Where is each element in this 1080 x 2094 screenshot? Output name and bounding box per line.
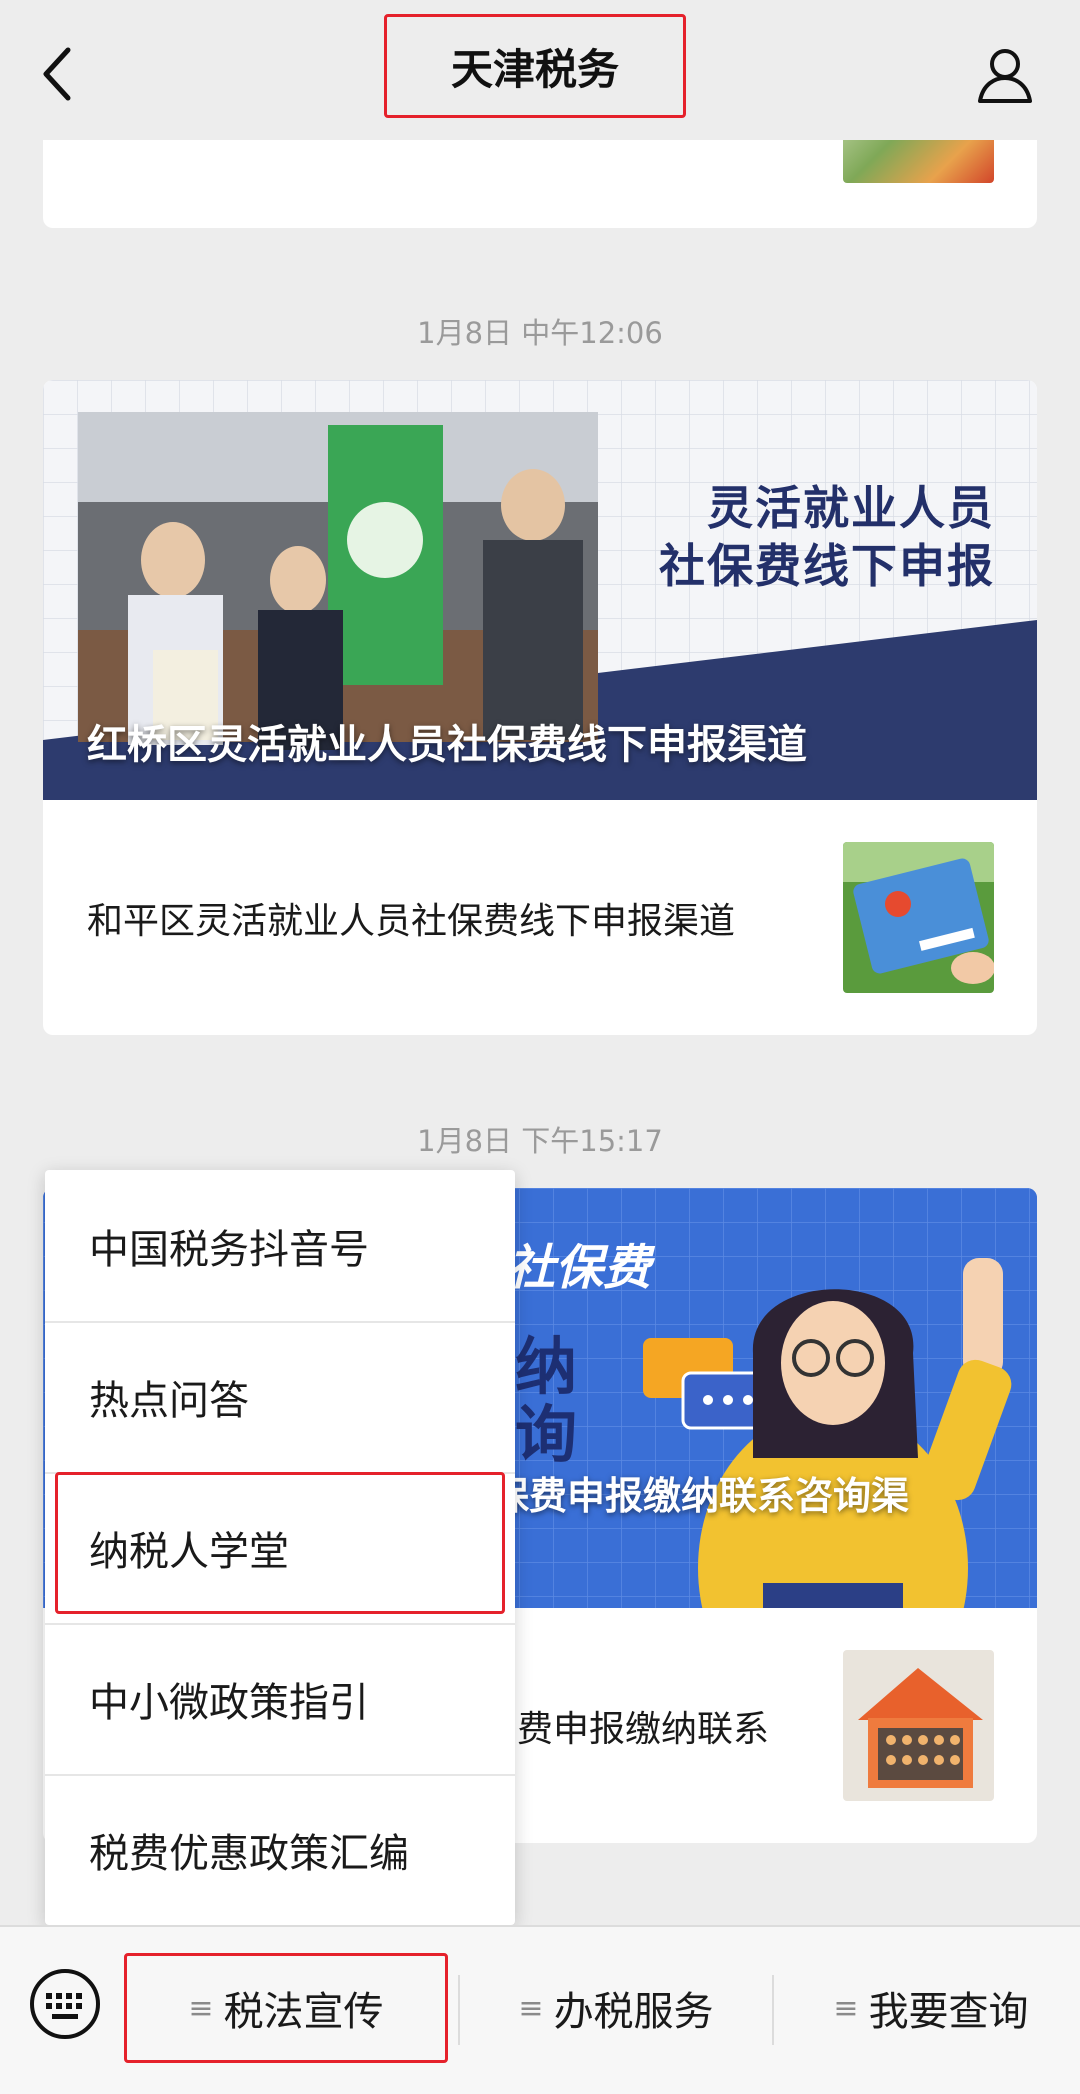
article-title: 和平区灵活就业人员社保费线下申报渠道 [87, 901, 736, 942]
message-timestamp: 1月8日 下午15:17 [417, 1124, 663, 1158]
message-timestamp: 1月8日 中午12:06 [417, 316, 663, 350]
popup-menu: 中国税务抖音号 热点问答 纳税人学堂 中小微政策指引 税费优惠政策汇编 [45, 1170, 515, 1925]
menu-lines-icon: ≡ [833, 1990, 859, 2026]
menu-lines-icon: ≡ [518, 1990, 544, 2026]
article-group-card: 灵活就业人员 社保费线下申报 红桥区灵活就业人员社保费线下申报渠道 和平区灵活就… [43, 380, 1037, 1035]
menu-tab-tax-law-publicity[interactable]: ≡ 税法宣传 [124, 1953, 448, 2063]
hero-banner-line2: 社保费线下申报 [659, 539, 995, 593]
menu-item-sme-policy-guide[interactable]: 中小微政策指引 [45, 1623, 515, 1774]
back-arrow-icon[interactable] [38, 44, 78, 104]
hero-article-title: 红桥区灵活就业人员社保费线下申报渠道 [87, 722, 807, 768]
title-highlight-box: 天津税务 [384, 14, 686, 118]
menu-tab-label: 我要查询 [868, 1989, 1029, 2035]
page-title: 天津税务 [450, 44, 619, 94]
menu-tab-label: 办税服务 [553, 1989, 714, 2035]
menu-lines-icon: ≡ [188, 1990, 214, 2026]
menu-item-highlight-box [55, 1472, 505, 1614]
hero-side-text-2: 询 [515, 1398, 578, 1471]
menu-item-tax-preferential-policies[interactable]: 税费优惠政策汇编 [45, 1774, 515, 1925]
hero-article-title: 保费申报缴纳联系咨询渠 [491, 1474, 910, 1518]
hero-article[interactable]: 灵活就业人员 社保费线下申报 红桥区灵活就业人员社保费线下申报渠道 [43, 380, 1037, 800]
menu-item-hot-qa[interactable]: 热点问答 [45, 1321, 515, 1472]
bottom-menu-bar: ≡ 税法宣传 ≡ 办税服务 ≡ 我要查询 [0, 1925, 1080, 2094]
menu-tab-tax-services[interactable]: ≡ 办税服务 [468, 1953, 764, 2063]
menu-tab-label: 税法宣传 [223, 1989, 384, 2035]
tab-divider [458, 1975, 460, 2045]
article-title: 费申报缴纳联系 [517, 1709, 770, 1750]
profile-icon[interactable] [975, 44, 1035, 104]
article-thumbnail [843, 1650, 994, 1801]
tab-divider [772, 1975, 774, 2045]
keyboard-icon[interactable] [28, 1967, 102, 2041]
article-thumbnail [843, 842, 994, 993]
hero-banner-text: 社保费 [507, 1240, 652, 1296]
article-list-item[interactable]: 和平区灵活就业人员社保费线下申报渠道 [43, 800, 1037, 1030]
menu-tab-inquiry[interactable]: ≡ 我要查询 [782, 1953, 1080, 2063]
menu-item-douyin[interactable]: 中国税务抖音号 [45, 1170, 515, 1321]
top-bar: 天津税务 [0, 0, 1080, 140]
hero-banner-line1: 灵活就业人员 [707, 481, 995, 535]
